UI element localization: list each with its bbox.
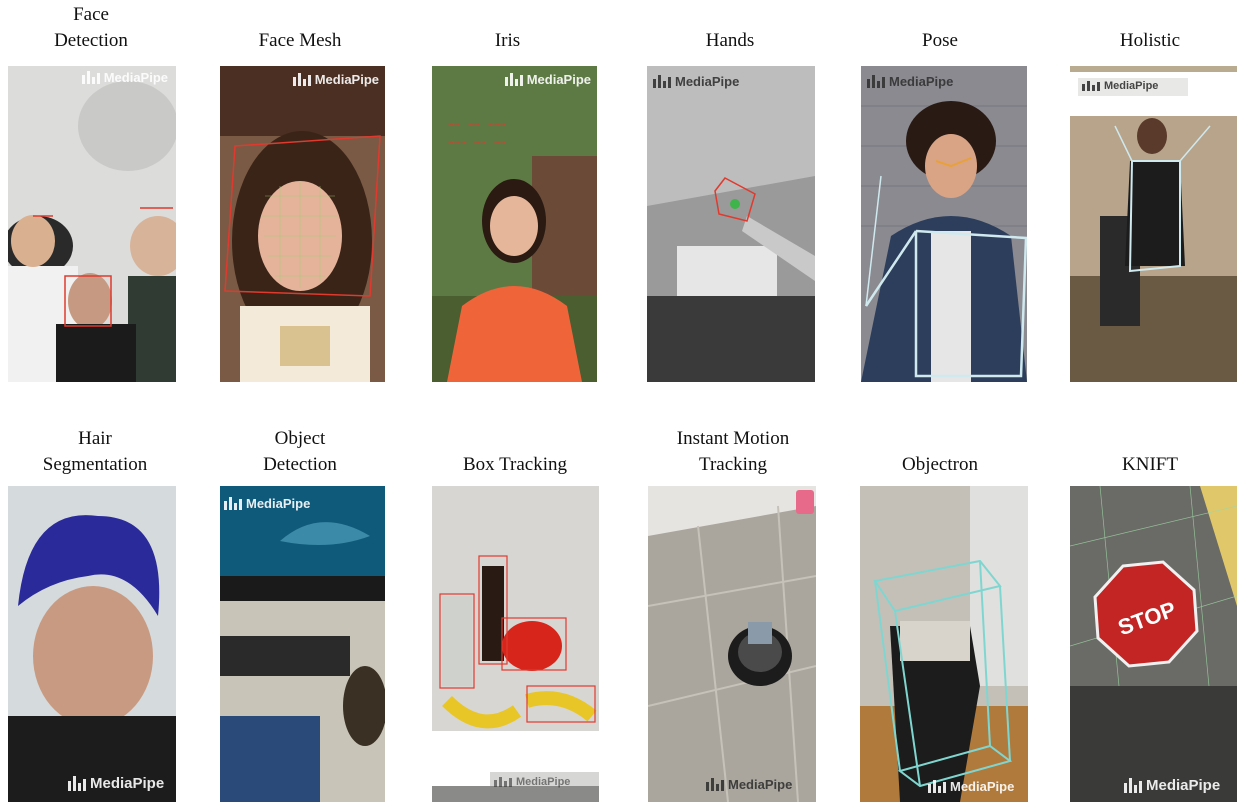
mediapipe-logo: MediaPipe xyxy=(504,72,591,87)
image-face-mesh: MediaPipe xyxy=(220,66,385,382)
mediapipe-logo: MediaPipe xyxy=(653,74,739,89)
caption-knift: KNIFT xyxy=(1122,454,1178,475)
mediapipe-mark-icon xyxy=(494,777,512,787)
image-hands: MediaPipe xyxy=(647,66,815,382)
mediapipe-mark-icon xyxy=(81,71,100,84)
mediapipe-logo: MediaPipe xyxy=(706,777,792,792)
image-knift: STOP MediaPipe xyxy=(1070,486,1237,802)
mediapipe-logo: MediaPipe xyxy=(292,72,379,87)
image-holistic: MediaPipe xyxy=(1070,66,1237,382)
mediapipe-mark-icon xyxy=(653,75,671,88)
mediapipe-logo: MediaPipe xyxy=(1124,777,1220,794)
caption-holistic: Holistic xyxy=(1119,30,1181,51)
mediapipe-logo: MediaPipe xyxy=(68,775,164,792)
mediapipe-mark-icon xyxy=(706,778,724,791)
svg-text:~~~ ~~ ~~: ~~~ ~~ ~~ xyxy=(447,138,507,150)
image-object-detection: MediaPipe xyxy=(220,486,385,802)
mediapipe-logo: MediaPipe xyxy=(1082,80,1158,92)
image-instant-motion-tracking: MediaPipe xyxy=(648,486,816,802)
image-objectron: MediaPipe xyxy=(860,486,1028,802)
caption-hair-segmentation: Hair Segmentation xyxy=(42,428,148,475)
mediapipe-logo: MediaPipe xyxy=(867,74,953,89)
mediapipe-mark-icon xyxy=(1082,81,1100,91)
caption-face-mesh: Face Mesh xyxy=(258,30,342,51)
mediapipe-mark-icon xyxy=(1124,778,1142,793)
mediapipe-mark-icon xyxy=(867,75,885,88)
image-hair-segmentation: MediaPipe xyxy=(8,486,176,802)
caption-object-detection: Object Detection xyxy=(263,428,337,475)
image-iris: ~~ ~~ ~~~ ~~~ ~~ ~~ MediaPipe xyxy=(432,66,597,382)
caption-iris: Iris xyxy=(494,30,521,51)
mediapipe-logo: MediaPipe xyxy=(494,776,570,788)
image-face-detection: MediaPipe xyxy=(8,66,176,382)
caption-face-detection: Face Detection xyxy=(54,4,128,51)
mediapipe-mark-icon xyxy=(292,73,311,86)
caption-hands: Hands xyxy=(705,30,755,51)
mediapipe-mark-icon xyxy=(504,73,523,86)
caption-box-tracking: Box Tracking xyxy=(463,454,567,475)
mediapipe-logo: MediaPipe xyxy=(81,70,168,85)
caption-pose: Pose xyxy=(922,30,958,51)
caption-objectron: Objectron xyxy=(902,454,978,475)
image-box-tracking: MediaPipe xyxy=(432,486,599,802)
mediapipe-logo: MediaPipe xyxy=(928,779,1014,794)
mediapipe-mark-icon xyxy=(68,776,86,791)
mediapipe-logo: MediaPipe xyxy=(224,496,310,511)
caption-instant-motion-tracking: Instant Motion Tracking xyxy=(676,428,790,475)
image-pose: MediaPipe xyxy=(861,66,1027,382)
svg-text:~~ ~~ ~~~: ~~ ~~ ~~~ xyxy=(447,120,507,132)
mediapipe-mark-icon xyxy=(928,780,946,793)
mediapipe-mark-icon xyxy=(224,497,242,510)
